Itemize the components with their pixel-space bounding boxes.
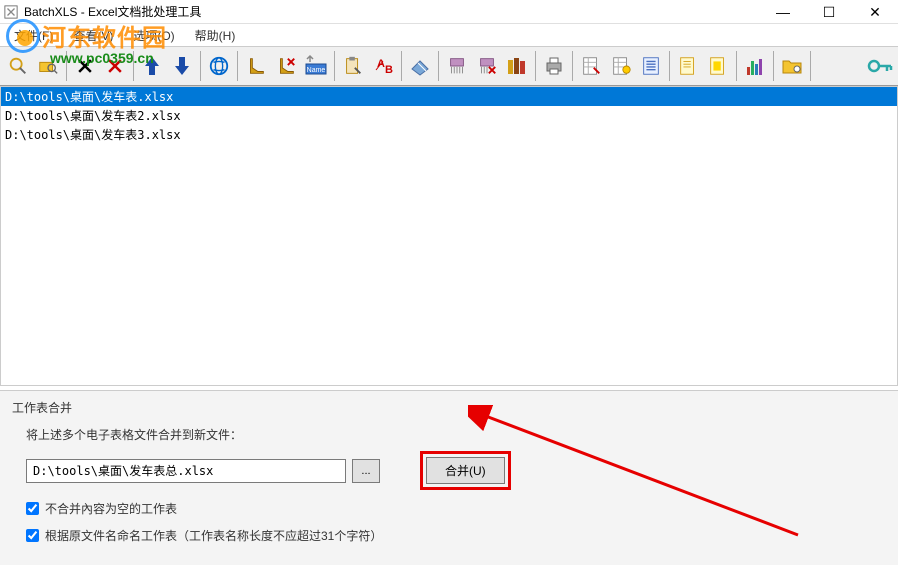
tool-ab-icon[interactable]: AB xyxy=(369,49,397,83)
checkbox-skip-empty-input[interactable] xyxy=(26,502,39,515)
tool-chart-icon[interactable] xyxy=(741,49,769,83)
separator xyxy=(535,51,536,81)
file-list[interactable]: D:\tools\桌面\发车表.xlsx D:\tools\桌面\发车表2.xl… xyxy=(0,86,898,386)
window-title: BatchXLS - Excel文档批处理工具 xyxy=(24,3,201,20)
close-button[interactable]: ✕ xyxy=(852,0,898,24)
tool-folder-icon[interactable] xyxy=(778,49,806,83)
menu-bar: 文件(F) 查看(V) 选项(O) 帮助(H) xyxy=(0,24,898,46)
browse-button[interactable]: ... xyxy=(352,459,380,483)
checkbox-rename[interactable]: 根据原文件名命名工作表（工作表名称长度不应超过31个字符） xyxy=(26,527,886,544)
separator xyxy=(773,51,774,81)
tool-boot-x-icon[interactable] xyxy=(272,49,300,83)
tool-shred-x-icon[interactable] xyxy=(473,49,501,83)
tool-search-folder-icon[interactable] xyxy=(34,49,62,83)
tool-key-icon[interactable] xyxy=(866,49,894,83)
checkbox-rename-input[interactable] xyxy=(26,529,39,542)
checkbox-label: 根据原文件名命名工作表（工作表名称长度不应超过31个字符） xyxy=(45,527,382,544)
menu-help[interactable]: 帮助(H) xyxy=(187,25,244,46)
checkbox-skip-empty[interactable]: 不合并內容为空的工作表 xyxy=(26,500,886,517)
tool-print-icon[interactable] xyxy=(540,49,568,83)
tool-name-icon[interactable]: Name xyxy=(302,49,330,83)
output-path-input[interactable] xyxy=(26,459,346,483)
separator xyxy=(810,51,811,81)
menu-view[interactable]: 查看(V) xyxy=(65,25,121,46)
separator xyxy=(237,51,238,81)
menu-options[interactable]: 选项(O) xyxy=(125,25,182,46)
tool-shred-icon[interactable] xyxy=(443,49,471,83)
tool-down-icon[interactable] xyxy=(168,49,196,83)
separator xyxy=(200,51,201,81)
tool-yellow2-icon[interactable] xyxy=(704,49,732,83)
separator xyxy=(401,51,402,81)
tool-delete-icon[interactable] xyxy=(71,49,99,83)
tool-up-icon[interactable] xyxy=(138,49,166,83)
tool-yellow1-icon[interactable] xyxy=(674,49,702,83)
merge-button[interactable]: 合并(U) xyxy=(426,457,505,484)
file-item[interactable]: D:\tools\桌面\发车表.xlsx xyxy=(1,87,897,106)
separator xyxy=(133,51,134,81)
tool-list-icon[interactable] xyxy=(637,49,665,83)
app-icon xyxy=(4,5,18,19)
merge-panel: 工作表合并 将上述多个电子表格文件合并到新文件： ... 合并(U) 不合并內容… xyxy=(0,390,898,565)
tool-paste-icon[interactable] xyxy=(339,49,367,83)
tool-books-icon[interactable] xyxy=(503,49,531,83)
separator xyxy=(334,51,335,81)
file-item[interactable]: D:\tools\桌面\发车表3.xlsx xyxy=(1,125,897,144)
panel-title: 工作表合并 xyxy=(12,399,886,416)
panel-subtitle: 将上述多个电子表格文件合并到新文件： xyxy=(26,426,886,443)
checkbox-label: 不合并內容为空的工作表 xyxy=(45,500,177,517)
toolbar: Name AB xyxy=(0,46,898,86)
merge-button-highlight: 合并(U) xyxy=(420,451,511,490)
maximize-button[interactable]: ☐ xyxy=(806,0,852,24)
title-bar: BatchXLS - Excel文档批处理工具 — ☐ ✕ xyxy=(0,0,898,24)
menu-file[interactable]: 文件(F) xyxy=(6,25,61,46)
svg-text:Name: Name xyxy=(307,67,326,74)
tool-sheet2-icon[interactable] xyxy=(607,49,635,83)
tool-clear-icon[interactable] xyxy=(101,49,129,83)
tool-boot-icon[interactable] xyxy=(242,49,270,83)
separator xyxy=(438,51,439,81)
minimize-button[interactable]: — xyxy=(760,0,806,24)
window-controls: — ☐ ✕ xyxy=(760,0,898,24)
tool-sheet1-icon[interactable] xyxy=(577,49,605,83)
separator xyxy=(66,51,67,81)
svg-text:B: B xyxy=(385,64,393,76)
tool-ie-icon[interactable] xyxy=(205,49,233,83)
input-row: ... 合并(U) xyxy=(26,451,886,490)
separator xyxy=(669,51,670,81)
separator xyxy=(736,51,737,81)
file-item[interactable]: D:\tools\桌面\发车表2.xlsx xyxy=(1,106,897,125)
tool-eraser-icon[interactable] xyxy=(406,49,434,83)
separator xyxy=(572,51,573,81)
tool-search-icon[interactable] xyxy=(4,49,32,83)
